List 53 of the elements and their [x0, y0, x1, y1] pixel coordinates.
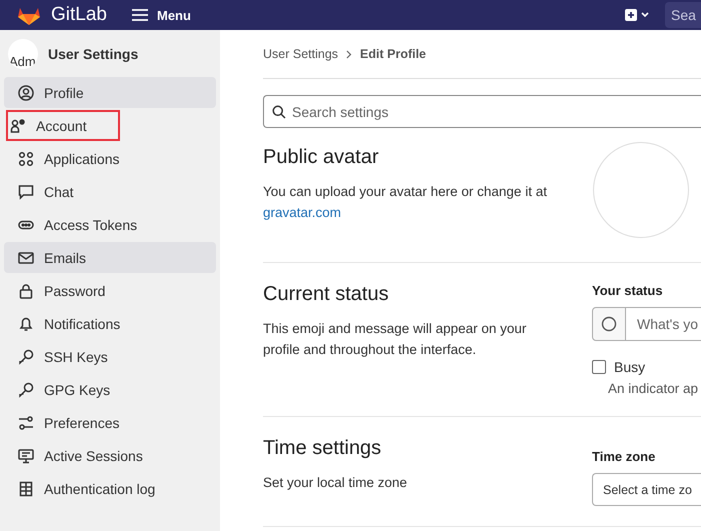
- help-text: An indicator ap: [608, 381, 700, 396]
- section-description: You can upload your avatar here or change it at gravatar.com: [263, 183, 548, 222]
- key-icon: [18, 382, 34, 398]
- section-description: This emoji and message will appear on your profile and throughout the interface.: [263, 320, 528, 359]
- menu-button[interactable]: Menu: [130, 8, 191, 22]
- sidebar-item[interactable]: Applications: [4, 143, 216, 174]
- search-field[interactable]: Search settings: [263, 95, 701, 128]
- gravatar-link[interactable]: gravatar.com: [263, 205, 342, 220]
- monitor-icon: [18, 448, 34, 464]
- hamburger-icon: [130, 8, 149, 22]
- sidebar-item[interactable]: Account: [6, 110, 120, 141]
- search-icon: [272, 104, 286, 118]
- user-icon: [18, 84, 34, 100]
- breadcrumb-current: Edit Profile: [360, 47, 426, 61]
- sidebar-title: User Settings: [48, 46, 138, 62]
- sidebar-item[interactable]: Emails: [4, 242, 216, 273]
- sidebar-item[interactable]: Profile: [4, 77, 216, 108]
- chevron-right-icon: [346, 50, 352, 58]
- apps-icon: [18, 150, 34, 166]
- circle-icon: [601, 316, 617, 332]
- checkbox-label: Busy: [614, 359, 646, 375]
- sidebar-item[interactable]: GPG Keys: [4, 374, 216, 405]
- new-dropdown-button[interactable]: [625, 8, 651, 22]
- sidebar-item[interactable]: SSH Keys: [4, 341, 216, 372]
- section-title: Current status: [263, 283, 390, 306]
- sidebar-item[interactable]: Preferences: [4, 407, 216, 438]
- field-label: Your status: [592, 283, 664, 298]
- mail-icon: [18, 250, 34, 266]
- section-title: Time settings: [263, 437, 382, 460]
- chat-icon: [18, 184, 34, 200]
- sidebar-item[interactable]: Chat: [4, 176, 216, 207]
- log-icon: [18, 480, 34, 496]
- breadcrumb-link[interactable]: User Settings: [263, 47, 338, 61]
- search-placeholder: Search settings: [292, 104, 388, 120]
- sidebar-item[interactable]: Access Tokens: [4, 209, 216, 240]
- time-zone-select[interactable]: Select a time zo: [592, 473, 701, 506]
- sidebar-item[interactable]: Active Sessions: [4, 440, 216, 471]
- account-icon: [10, 118, 26, 134]
- sidebar-item[interactable]: Notifications: [4, 308, 216, 339]
- prefs-icon: [18, 414, 34, 430]
- key-icon: [18, 348, 34, 364]
- bell-icon: [18, 316, 34, 332]
- sidebar-item[interactable]: Password: [4, 275, 216, 306]
- field-label: Time zone: [592, 449, 656, 464]
- section-description: Set your local time zone: [263, 474, 408, 492]
- emoji-button[interactable]: [592, 307, 626, 341]
- lock-icon: [18, 282, 34, 298]
- status-message-field[interactable]: What's yo: [626, 307, 701, 341]
- busy-checkbox[interactable]: [592, 360, 606, 374]
- top-search-field[interactable]: Sea: [665, 2, 701, 28]
- brand-name[interactable]: GitLab: [51, 4, 107, 26]
- sidebar-item[interactable]: Authentication log: [4, 473, 216, 504]
- section-title: Public avatar: [263, 146, 380, 169]
